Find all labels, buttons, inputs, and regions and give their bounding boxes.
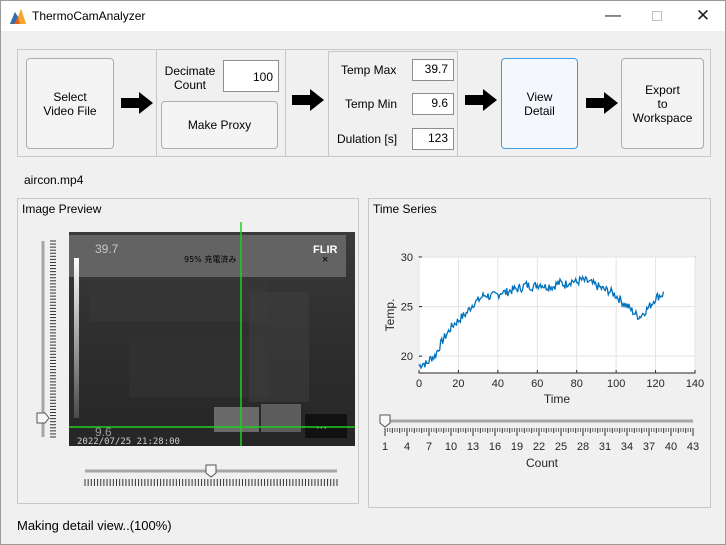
y-tick-label: 20 [401,351,413,363]
x-tick-label: 140 [686,378,704,390]
overlay-close-icon: × [322,254,328,266]
x-tick-label: 40 [492,378,504,390]
slider-thumb[interactable] [379,414,391,428]
temp-min-label: Temp Min [345,97,398,111]
horizontal-frame-slider[interactable] [81,463,341,489]
y-axis-label: Temp. [383,299,397,332]
slider-ticks [84,479,338,486]
slider-thumb[interactable] [205,464,217,478]
count-tick-label: 40 [665,441,677,453]
time-series-chart: 0 20 40 60 80 100 120 140 20 25 30 Temp. Time [383,252,704,406]
count-axis-label: Count [526,456,559,470]
file-name-label: aircon.mp4 [24,173,84,187]
count-tick-label: 37 [643,441,655,453]
thermal-warm-spot [214,407,259,432]
x-tick-label: 120 [646,378,664,390]
decimate-label-line2: Count [173,78,207,92]
count-tick-label: 31 [599,441,611,453]
count-tick-label: 25 [555,441,567,453]
matlab-app-icon [10,9,26,24]
count-tick-label: 16 [489,441,501,453]
arrow-right-icon [121,92,153,114]
export-label-line2: to [657,96,668,111]
make-proxy-button[interactable]: Make Proxy [161,101,278,149]
decimate-count-input[interactable]: 100 [223,60,279,92]
overlay-menu-icon: ··· [316,422,327,434]
count-tick-label: 10 [445,441,457,453]
count-tick-label: 4 [404,441,410,453]
x-tick-label: 100 [607,378,625,390]
image-preview-title: Image Preview [22,202,102,216]
duration-input[interactable]: 123 [412,128,454,150]
select-video-label: Select Video File [43,90,96,118]
window-title: ThermoCamAnalyzer [32,9,146,23]
thermal-feature [249,292,309,402]
x-tick-label: 60 [531,378,543,390]
overlay-timestamp: 2022/07/25 21:28:00 [77,437,180,446]
x-tick-label: 80 [571,378,583,390]
count-tick-label: 13 [467,441,479,453]
arrow-right-icon [465,89,497,111]
count-tick-label: 22 [533,441,545,453]
count-tick-label: 7 [426,441,432,453]
x-axis-label: Time [544,392,571,406]
time-series-title: Time Series [373,202,437,216]
maximize-button[interactable] [635,1,679,31]
count-tick-label: 34 [621,441,633,453]
count-tick-label: 19 [511,441,523,453]
select-video-label-line2: Video File [43,103,97,118]
thermal-image-preview: 39.7 95% 充電済み FLIR × ··· 9.6 2022/07/25 … [69,222,355,446]
temp-min-input[interactable]: 9.6 [412,93,454,115]
count-tick-label: 28 [577,441,589,453]
export-label-line1: Export [645,82,680,97]
arrow-right-icon [292,89,324,111]
y-tick-label: 30 [401,252,413,264]
x-tick-label: 0 [416,378,422,390]
count-tick-label: 1 [382,441,388,453]
export-to-workspace-button[interactable]: Export to Workspace [621,58,704,149]
minimize-button[interactable]: — [591,1,635,31]
thermal-feature [129,337,269,397]
view-detail-button[interactable]: View Detail [501,58,578,149]
count-slider[interactable]: 1 4 7 10 13 16 19 22 25 28 31 34 37 40 43 Count [371,411,709,475]
select-video-label-line1: Select [53,89,87,104]
temperature-scale-bar [74,258,79,418]
export-label: Export to Workspace [633,83,693,125]
close-icon: ✕ [695,6,711,25]
arrow-right-icon [586,92,618,114]
count-tick-label: 43 [687,441,699,453]
slider-ticks [50,240,56,438]
temp-max-input[interactable]: 39.7 [412,59,454,81]
select-video-file-button[interactable]: Select Video File [26,58,114,149]
plot-area [418,256,696,374]
overlay-max-temp: 39.7 [95,242,119,256]
view-detail-label-line2: Detail [524,103,555,118]
slider-ticks: 1 4 7 10 13 16 19 22 25 28 31 34 37 40 43 [382,428,699,453]
decimate-count-label: Decimate Count [161,64,219,92]
slider-thumb[interactable] [36,412,50,424]
temp-max-label: Temp Max [341,63,397,77]
maximize-icon [652,11,662,21]
app-window: ThermoCamAnalyzer — ✕ Select Video File … [0,0,726,545]
status-text: Making detail view..(100%) [17,518,172,533]
overlay-charge-text: 95% 充電済み [184,254,236,264]
view-detail-label: View Detail [524,90,555,118]
x-tick-label: 20 [452,378,464,390]
vertical-frame-slider[interactable] [35,237,59,441]
export-label-line3: Workspace [632,110,693,125]
close-button[interactable]: ✕ [681,1,725,31]
y-tick-label: 25 [401,302,413,314]
title-bar: ThermoCamAnalyzer — ✕ [1,1,725,31]
thermal-warm-spot [261,404,301,432]
minimize-icon: — [605,7,621,24]
view-detail-label-line1: View [526,89,553,104]
duration-label: Dulation [s] [337,132,398,146]
make-proxy-label: Make Proxy [187,118,252,132]
thermal-feature [89,282,269,322]
decimate-label-line1: Decimate [164,64,216,78]
